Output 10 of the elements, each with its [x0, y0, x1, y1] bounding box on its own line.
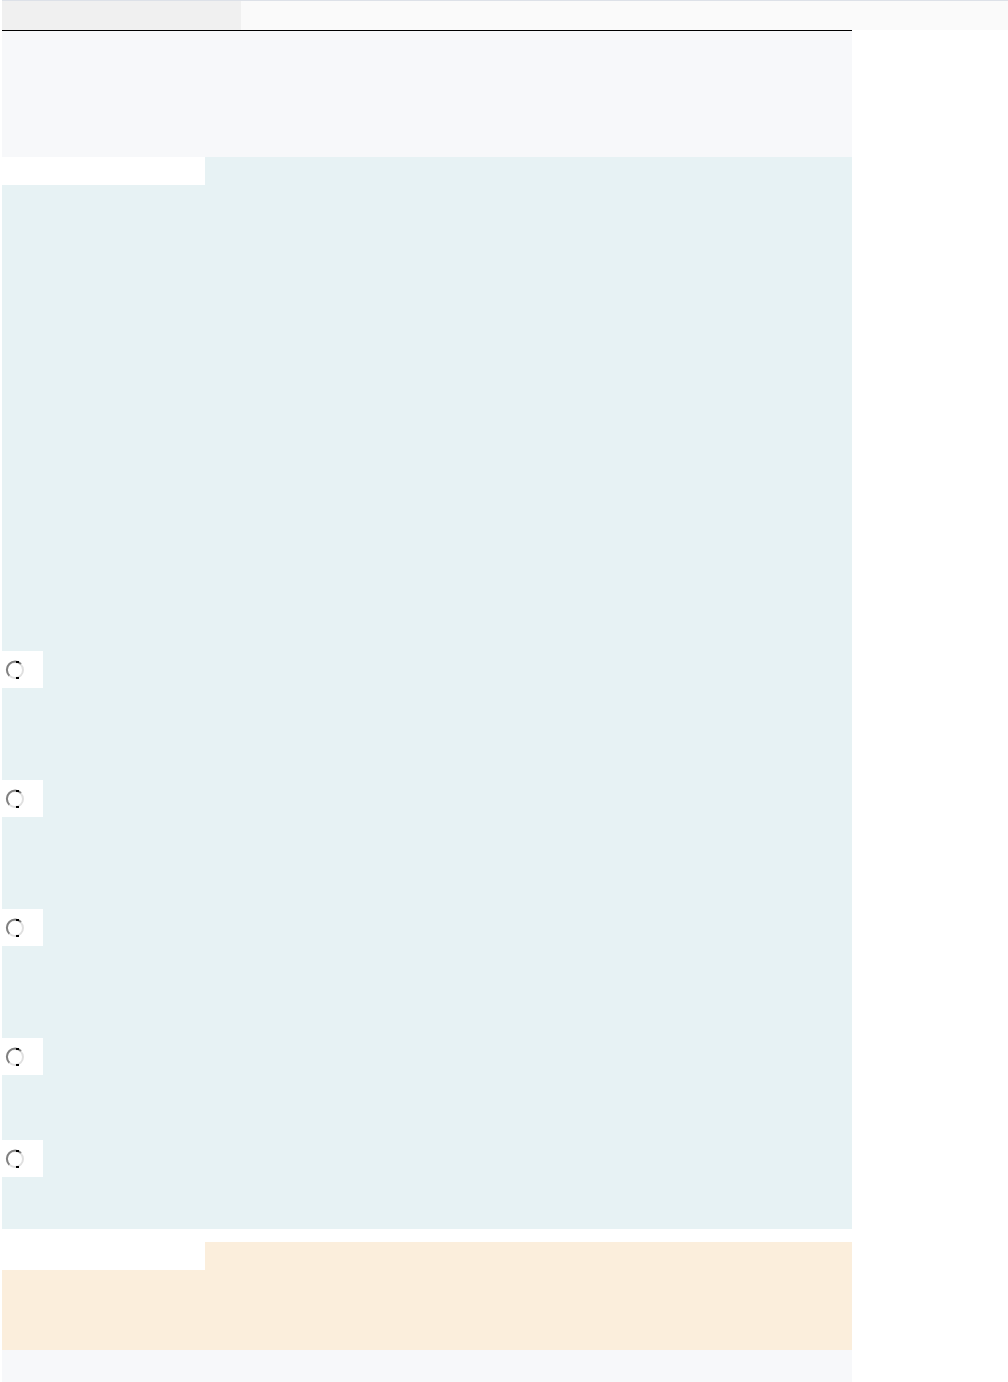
answer-option[interactable] — [2, 1140, 43, 1177]
answer-option[interactable] — [2, 909, 43, 946]
radio-button[interactable] — [5, 917, 25, 938]
radio-button[interactable] — [5, 659, 25, 680]
answer-option[interactable] — [2, 1038, 43, 1075]
radio-button[interactable] — [5, 1046, 25, 1067]
radio-button[interactable] — [5, 1148, 25, 1169]
answer-option[interactable] — [2, 651, 43, 688]
radio-button[interactable] — [5, 788, 25, 809]
answer-option[interactable] — [2, 780, 43, 817]
